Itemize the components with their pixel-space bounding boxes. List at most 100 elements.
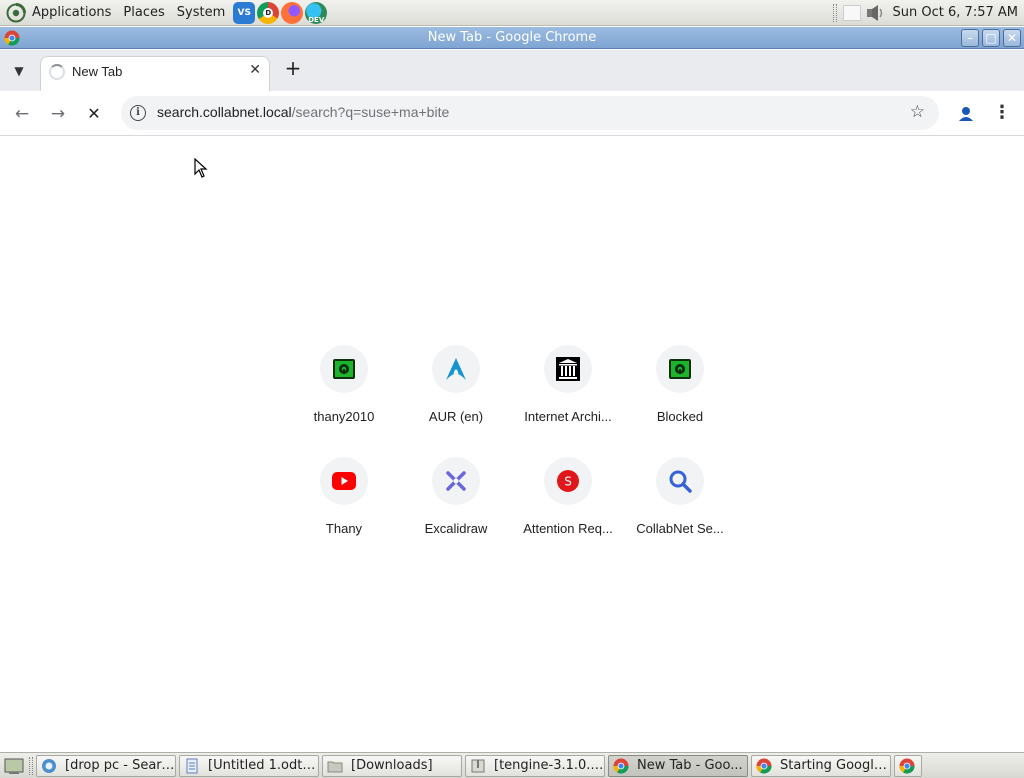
shortcut-tile[interactable]: thany2010 — [288, 343, 400, 455]
web-browser-icon — [42, 758, 56, 773]
shortcut-icon-circle — [432, 345, 480, 393]
shortcut-tile[interactable]: AUR (en) — [400, 343, 512, 455]
document-icon — [186, 758, 198, 773]
volume-icon[interactable] — [865, 4, 885, 22]
chrome-icon — [899, 758, 915, 774]
shortcut-tile[interactable]: Blocked — [624, 343, 736, 455]
maximize-button[interactable]: □ — [982, 29, 1000, 47]
stop-loading-x-icon[interactable]: ✕ — [82, 102, 106, 126]
shortcut-tile[interactable]: Thany — [288, 455, 400, 567]
mouse-cursor-icon — [194, 158, 208, 178]
loading-spinner-icon — [49, 64, 65, 80]
network-tray-icon[interactable] — [842, 4, 861, 21]
back-arrow-icon[interactable]: ← — [10, 102, 34, 126]
taskbar-item-label: Starting Google... — [780, 758, 890, 773]
green-lock-icon — [669, 359, 691, 379]
chrome-icon — [756, 758, 772, 774]
shortcut-icon-circle — [320, 457, 368, 505]
address-bar-url[interactable]: search.collabnet.local/search?q=suse+ma+… — [157, 104, 449, 120]
window-titlebar[interactable]: New Tab - Google Chrome – □ ✕ — [0, 27, 1024, 49]
svg-text:S: S — [564, 475, 572, 489]
shortcut-tile[interactable]: Internet Archi... — [512, 343, 624, 455]
tray-separator — [832, 3, 837, 22]
youtube-icon — [332, 472, 356, 490]
forward-arrow-icon[interactable]: → — [46, 102, 70, 126]
green-lock-icon — [333, 359, 355, 379]
new-tab-plus-icon[interactable]: + — [282, 58, 304, 80]
panel-clock[interactable]: Sun Oct 6, 7:57 AM — [889, 5, 1024, 20]
shortcut-label: Internet Archi... — [524, 409, 612, 424]
window-title: New Tab - Google Chrome — [427, 30, 597, 45]
show-desktop-icon[interactable] — [3, 756, 25, 776]
taskbar-item[interactable]: [drop pc - Searc... — [36, 754, 176, 777]
internet-archive-icon — [556, 357, 580, 381]
close-window-button[interactable]: ✕ — [1003, 29, 1021, 47]
chrome-icon — [4, 30, 20, 46]
shortcut-label: thany2010 — [313, 409, 375, 424]
shortcut-icon-circle — [432, 457, 480, 505]
panel-menu-bar: Applications Places System VS D DEV — [0, 0, 328, 26]
tab-strip: ▼ New Tab ✕ + — [0, 50, 1024, 91]
edge-dev-icon[interactable]: DEV — [305, 1, 328, 24]
shortcuts-grid: thany2010 AUR (en) Internet Archi... Blo… — [288, 343, 736, 567]
shortcut-label: AUR (en) — [428, 409, 484, 424]
places-menu[interactable]: Places — [117, 5, 170, 20]
taskbar-item-label: [Untitled 1.odt ... — [208, 758, 318, 773]
profile-avatar-icon[interactable] — [954, 102, 978, 126]
window-controls: – □ ✕ — [961, 29, 1021, 47]
browser-toolbar: ← → ✕ i search.collabnet.local/search?q=… — [0, 91, 1024, 136]
shortcut-label: CollabNet Se... — [636, 521, 724, 536]
bookmark-star-icon[interactable]: ☆ — [910, 102, 925, 122]
shortcut-label: Excalidraw — [424, 521, 488, 536]
shortcut-icon-circle — [656, 345, 704, 393]
taskbar-item-label: [tengine-3.1.0.t... — [494, 758, 604, 773]
taskbar-item[interactable]: Starting Google... — [751, 754, 891, 777]
taskbar-item[interactable]: [Untitled 1.odt ... — [179, 754, 319, 777]
folder-icon — [327, 761, 343, 772]
archive-icon — [471, 759, 485, 772]
site-info-icon[interactable]: i — [130, 105, 146, 121]
minimize-button[interactable]: – — [961, 29, 979, 47]
shortcut-icon-circle — [544, 345, 592, 393]
taskbar-item-active[interactable]: New Tab - Goo... — [608, 754, 748, 777]
opensuse-logo-icon[interactable] — [6, 2, 26, 23]
tab-search-chevron-down-icon[interactable]: ▼ — [8, 60, 30, 82]
top-panel: Applications Places System VS D DEV Sun … — [0, 0, 1024, 26]
shortcut-tile[interactable]: S Attention Req... — [512, 455, 624, 567]
url-path: /search?q=suse+ma+bite — [291, 104, 450, 120]
shortcut-icon-circle — [656, 457, 704, 505]
shortcut-icon-circle — [320, 345, 368, 393]
taskbar-item-label: [drop pc - Searc... — [65, 758, 175, 773]
arch-linux-icon — [446, 358, 466, 380]
red-s-icon: S — [557, 470, 579, 492]
taskbar-item-chrome-icon-only[interactable] — [894, 754, 922, 777]
taskbar-item[interactable]: [Downloads] — [322, 754, 462, 777]
firefox-icon[interactable] — [281, 1, 304, 24]
tab-title: New Tab — [72, 64, 123, 79]
bottom-taskbar: [drop pc - Searc... [Untitled 1.odt ... … — [0, 752, 1024, 778]
system-menu[interactable]: System — [171, 5, 231, 20]
taskbar-separator — [29, 756, 33, 775]
shortcut-tile[interactable]: CollabNet Se... — [624, 455, 736, 567]
taskbar-item-label: New Tab - Goo... — [637, 758, 743, 773]
url-host: search.collabnet.local — [157, 104, 292, 120]
close-tab-icon[interactable]: ✕ — [249, 62, 261, 78]
shortcut-label: Thany — [325, 521, 363, 536]
shortcut-tile[interactable]: Excalidraw — [400, 455, 512, 567]
excalidraw-icon — [446, 471, 466, 491]
panel-tray: Sun Oct 6, 7:57 AM — [832, 0, 1024, 26]
kebab-menu-icon[interactable]: ⋮ — [992, 102, 1012, 126]
applications-menu[interactable]: Applications — [26, 5, 117, 20]
tab-new-tab[interactable]: New Tab ✕ — [40, 56, 270, 91]
taskbar-item-label: [Downloads] — [351, 758, 433, 773]
shortcut-label: Blocked — [656, 409, 704, 424]
address-bar[interactable]: i search.collabnet.local/search?q=suse+m… — [121, 96, 939, 130]
new-tab-page: thany2010 AUR (en) Internet Archi... Blo… — [0, 137, 1024, 752]
chrome-dev-icon[interactable]: D — [257, 1, 280, 24]
shortcut-icon-circle: S — [544, 457, 592, 505]
shortcut-label: Attention Req... — [523, 521, 613, 536]
chrome-icon — [613, 758, 629, 774]
search-magnifier-icon — [669, 470, 692, 493]
taskbar-item[interactable]: [tengine-3.1.0.t... — [465, 754, 605, 777]
vscode-icon[interactable]: VS — [233, 1, 256, 24]
